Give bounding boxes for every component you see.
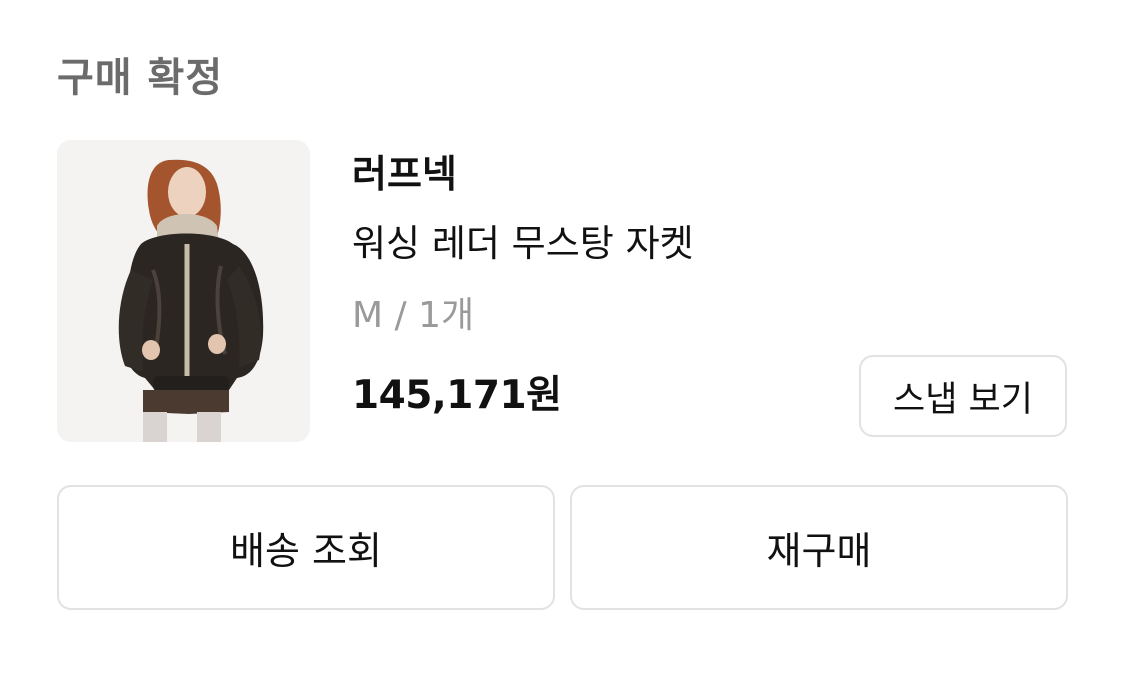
order-status-title: 구매 확정 bbox=[57, 55, 224, 101]
rebuy-button[interactable]: 재구매 bbox=[570, 485, 1068, 610]
product-option: M / 1개 bbox=[352, 295, 475, 336]
product-thumbnail[interactable] bbox=[57, 140, 310, 442]
product-brand: 러프넥 bbox=[352, 152, 457, 196]
track-delivery-button[interactable]: 배송 조회 bbox=[57, 485, 555, 610]
product-image bbox=[57, 140, 310, 442]
product-name[interactable]: 워싱 레더 무스탕 자켓 bbox=[352, 218, 694, 270]
view-snap-button[interactable]: 스냅 보기 bbox=[859, 355, 1067, 437]
product-price: 145,171원 bbox=[352, 373, 562, 418]
